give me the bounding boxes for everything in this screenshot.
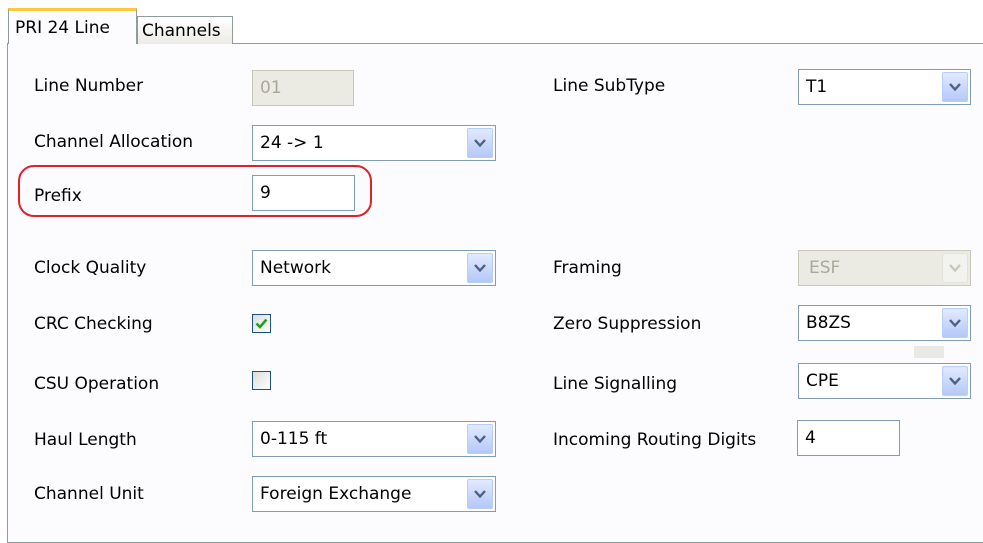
shadow-artifact — [914, 346, 944, 358]
tab-label: Channels — [142, 20, 221, 41]
incoming-routing-digits-label: Incoming Routing Digits — [553, 430, 757, 450]
channel-allocation-value: 24 -> 1 — [260, 133, 324, 153]
line-number-value: 01 — [260, 78, 282, 98]
chevron-down-icon[interactable] — [942, 366, 968, 396]
haul-length-value: 0-115 ft — [260, 429, 328, 449]
channel-unit-dropdown[interactable]: Foreign Exchange — [252, 476, 496, 512]
tab-pri-24-line[interactable]: PRI 24 Line — [8, 8, 137, 44]
checkmark-icon — [255, 318, 268, 329]
line-subtype-dropdown[interactable]: T1 — [798, 69, 971, 105]
tab-strip: PRI 24 Line Channels — [0, 0, 983, 44]
zero-suppression-label: Zero Suppression — [553, 314, 702, 334]
line-number-label: Line Number — [34, 76, 144, 96]
chevron-down-icon[interactable] — [467, 479, 493, 509]
line-subtype-value: T1 — [806, 77, 828, 97]
settings-panel — [7, 43, 983, 543]
channel-unit-label: Channel Unit — [34, 484, 144, 504]
incoming-routing-digits-value: 4 — [805, 428, 816, 448]
prefix-field[interactable]: 9 — [252, 175, 355, 211]
chevron-down-icon[interactable] — [467, 424, 493, 454]
clock-quality-label: Clock Quality — [34, 258, 147, 278]
channel-allocation-dropdown[interactable]: 24 -> 1 — [252, 125, 496, 161]
chevron-down-icon[interactable] — [942, 308, 968, 338]
zero-suppression-value: B8ZS — [806, 313, 851, 333]
line-signalling-value: CPE — [806, 371, 839, 391]
line-signalling-label: Line Signalling — [553, 374, 678, 394]
framing-label: Framing — [553, 258, 622, 278]
crc-checking-checkbox[interactable] — [252, 314, 271, 333]
clock-quality-dropdown[interactable]: Network — [252, 250, 496, 286]
framing-value: ESF — [809, 258, 841, 278]
clock-quality-value: Network — [260, 258, 331, 278]
line-signalling-dropdown[interactable]: CPE — [798, 363, 971, 399]
channel-unit-value: Foreign Exchange — [260, 484, 412, 504]
chevron-down-icon[interactable] — [467, 128, 493, 158]
prefix-label: Prefix — [34, 186, 82, 206]
tab-label: PRI 24 Line — [15, 17, 110, 38]
crc-checking-label: CRC Checking — [34, 314, 153, 334]
haul-length-label: Haul Length — [34, 430, 137, 450]
prefix-value: 9 — [260, 183, 271, 203]
tab-channels[interactable]: Channels — [137, 16, 233, 44]
chevron-down-icon — [942, 253, 968, 283]
channel-allocation-label: Channel Allocation — [34, 132, 194, 152]
chevron-down-icon[interactable] — [942, 72, 968, 102]
csu-operation-checkbox[interactable] — [252, 371, 271, 390]
chevron-down-icon[interactable] — [467, 253, 493, 283]
line-subtype-label: Line SubType — [553, 76, 666, 96]
zero-suppression-dropdown[interactable]: B8ZS — [798, 305, 971, 341]
framing-dropdown: ESF — [798, 250, 971, 286]
incoming-routing-digits-field[interactable]: 4 — [797, 420, 900, 456]
csu-operation-label: CSU Operation — [34, 374, 160, 394]
haul-length-dropdown[interactable]: 0-115 ft — [252, 421, 496, 457]
line-number-field: 01 — [252, 70, 354, 106]
